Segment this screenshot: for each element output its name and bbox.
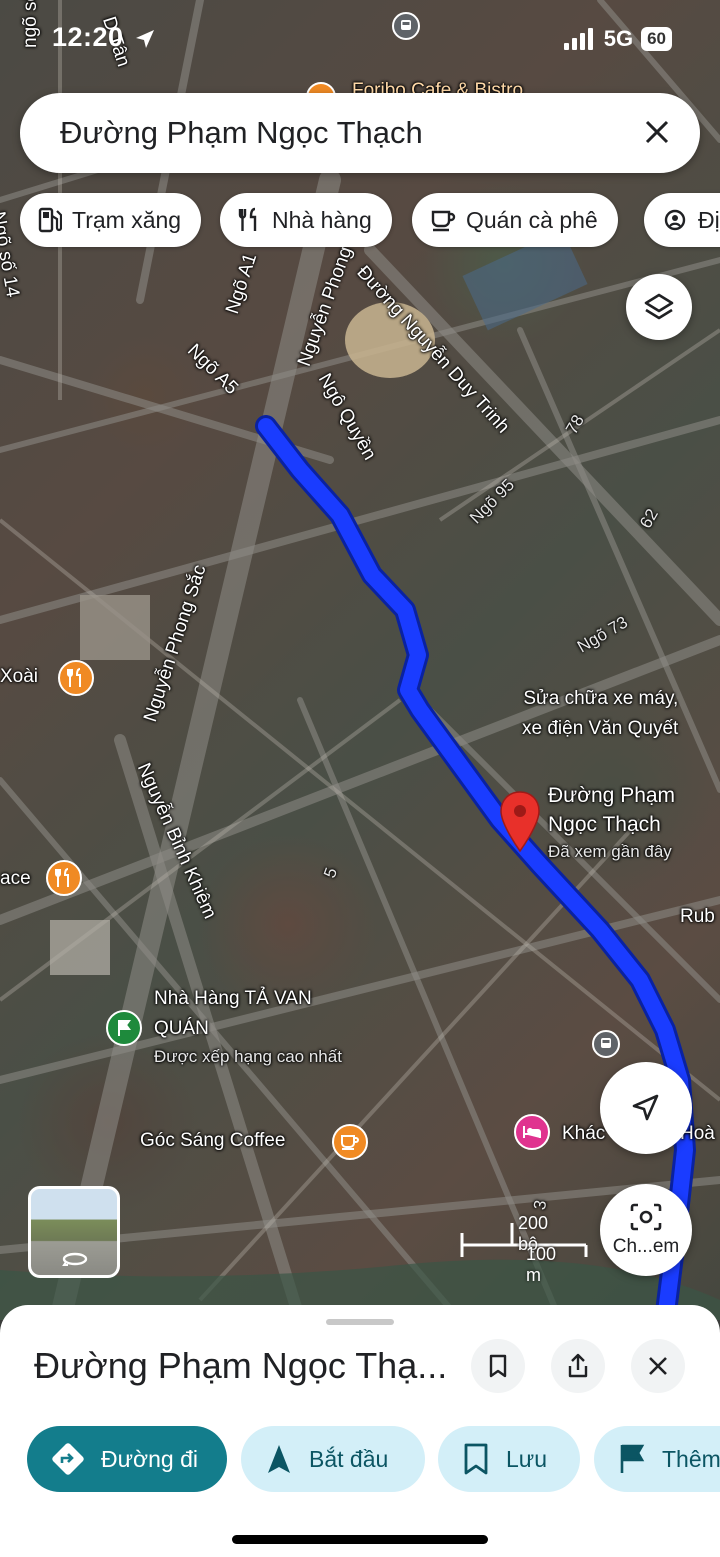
coffee-icon <box>431 210 456 232</box>
destination-label-line1[interactable]: Đường Phạm <box>548 784 675 808</box>
chip-label: Nhà hàng <box>272 206 372 233</box>
place-sublabel: Được xếp hạng cao nhất <box>154 1047 342 1066</box>
chip-gas-station[interactable]: Trạm xăng <box>20 193 202 247</box>
share-icon <box>568 1353 588 1378</box>
place-label[interactable]: Khác <box>562 1123 605 1145</box>
bus-stop-icon[interactable] <box>592 1030 620 1058</box>
place-label[interactable]: Rub <box>680 906 715 928</box>
directions-icon <box>52 1443 84 1475</box>
start-button[interactable]: Bắt đầu <box>241 1426 425 1492</box>
street-view-thumbnail[interactable] <box>28 1186 120 1278</box>
map-pin-icon[interactable] <box>498 790 542 854</box>
camera-label: Ch...em <box>612 1236 680 1257</box>
landmark-icon <box>664 209 686 231</box>
my-location-button[interactable] <box>600 1062 692 1154</box>
hotel-icon[interactable] <box>514 1114 550 1150</box>
coffee-icon[interactable] <box>332 1124 368 1160</box>
close-icon <box>649 1357 667 1375</box>
flag-icon <box>620 1444 645 1473</box>
home-indicator <box>232 1535 488 1544</box>
add-label: Thêm <box>662 1445 720 1472</box>
layers-icon <box>644 293 674 320</box>
destination-sublabel: Đã xem gần đây <box>548 842 672 861</box>
close-sheet-button[interactable] <box>631 1339 685 1393</box>
battery-level: 60 <box>641 27 672 51</box>
directions-label: Đường đi <box>101 1445 198 1472</box>
restaurant-icon[interactable] <box>58 660 94 696</box>
share-button[interactable] <box>551 1339 605 1393</box>
scale-meters: 100 m <box>526 1244 557 1285</box>
layers-button[interactable] <box>626 274 692 340</box>
chip-coffee[interactable]: Quán cà phê <box>412 193 618 247</box>
gas-station-icon <box>38 207 62 233</box>
restaurant-icon <box>238 207 257 231</box>
destination-label-line2[interactable]: Ngọc Thạch <box>548 813 661 837</box>
restaurant-icon[interactable] <box>46 860 82 896</box>
place-label[interactable]: Nhà Hàng TẢ VAN <box>154 988 312 1010</box>
chip-label: Địa <box>698 206 720 233</box>
search-query[interactable]: Đường Phạm Ngọc Thạch <box>60 115 423 151</box>
clear-search-button[interactable] <box>636 111 678 153</box>
signal-icon <box>563 28 593 50</box>
navigation-arrow-icon <box>268 1445 290 1473</box>
place-label[interactable]: QUÁN <box>154 1018 209 1040</box>
camera-search-button[interactable]: Ch...em <box>600 1184 692 1276</box>
sheet-drag-handle[interactable] <box>326 1319 394 1325</box>
status-bar: 12:20 5G 60 <box>0 22 720 62</box>
directions-button[interactable]: Đường đi <box>27 1426 227 1492</box>
place-label[interactable]: ace <box>0 868 31 890</box>
navigation-arrow-icon <box>632 1094 659 1121</box>
chip-landmark[interactable]: Địa <box>644 193 720 247</box>
save-button[interactable]: Lưu <box>438 1426 580 1492</box>
search-bar[interactable]: Đường Phạm Ngọc Thạch <box>20 93 700 173</box>
flag-icon[interactable] <box>106 1010 142 1046</box>
place-bottom-sheet[interactable]: Đường Phạm Ngọc Thạ... Đường đi Bắt đầu … <box>0 1305 720 1557</box>
chip-label: Quán cà phê <box>466 206 598 233</box>
place-label[interactable]: Sửa chữa xe máy, xe điện Văn Quyết <box>522 684 678 744</box>
add-label-button[interactable]: Thêm <box>594 1426 720 1492</box>
place-title: Đường Phạm Ngọc Thạ... <box>34 1345 448 1386</box>
place-label[interactable]: Xoài <box>0 666 38 688</box>
chip-restaurant[interactable]: Nhà hàng <box>220 193 392 247</box>
rotate-360-icon <box>62 1252 88 1266</box>
close-icon <box>645 120 669 144</box>
location-arrow-icon <box>136 30 154 48</box>
save-label: Lưu <box>506 1445 547 1472</box>
start-label: Bắt đầu <box>309 1445 389 1472</box>
network-type: 5G <box>603 26 634 51</box>
chip-label: Trạm xăng <box>72 206 182 233</box>
status-time: 12:20 <box>52 22 124 52</box>
bookmark-icon <box>489 1354 507 1378</box>
bookmark-icon <box>464 1443 488 1475</box>
place-label[interactable]: Góc Sáng Coffee <box>140 1130 285 1152</box>
save-bookmark-button[interactable] <box>471 1339 525 1393</box>
camera-icon <box>630 1203 662 1231</box>
